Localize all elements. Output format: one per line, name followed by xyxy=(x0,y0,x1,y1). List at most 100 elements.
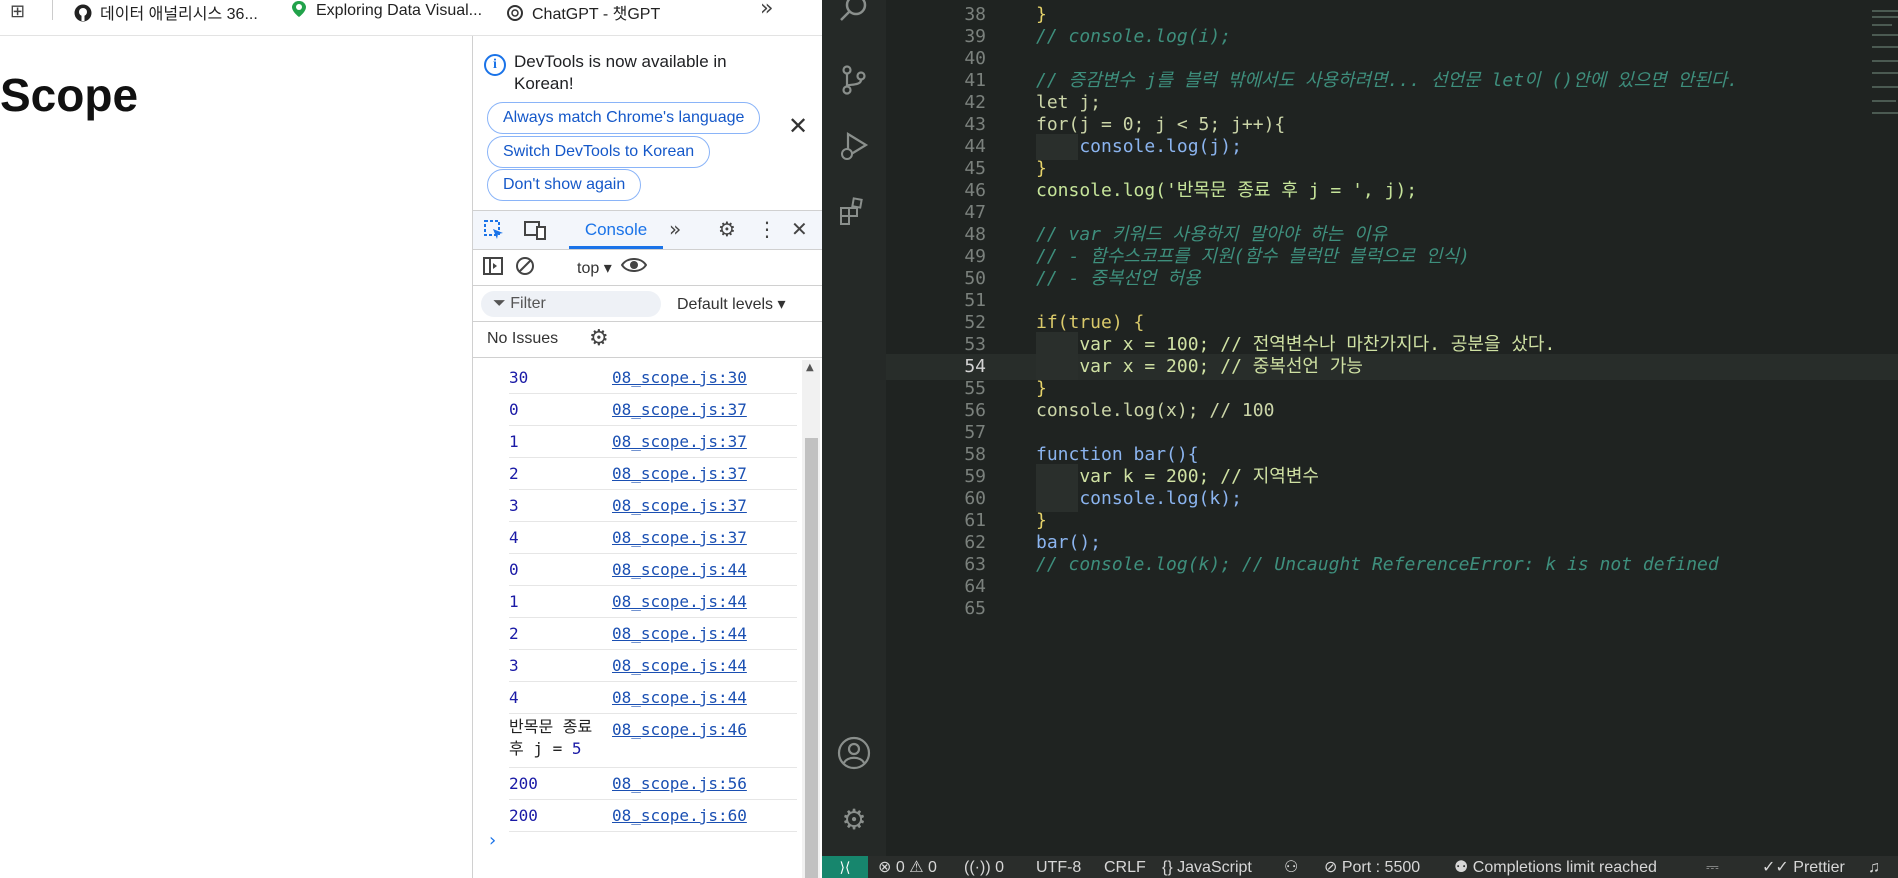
minimap-line xyxy=(1872,10,1898,12)
language-mode[interactable]: {} JavaScript xyxy=(1162,858,1252,878)
source-link[interactable]: 08_scope.js:37 xyxy=(612,496,747,515)
account-icon[interactable] xyxy=(836,736,872,772)
source-link[interactable]: 08_scope.js:37 xyxy=(612,432,747,451)
problems-indicator[interactable]: ⊗ 0 ⚠ 0 xyxy=(878,858,937,878)
log-entry: 200 08_scope.js:56 xyxy=(509,768,797,800)
copilot-icon[interactable]: ⚇ xyxy=(1284,858,1298,878)
issues-count: No Issues xyxy=(487,330,559,347)
page-title: Scope xyxy=(0,69,139,121)
minimap[interactable] xyxy=(1866,0,1898,140)
tab-console[interactable]: Console xyxy=(569,211,663,250)
devtools-tabbar: Console » ⚙ ⋮ ✕ xyxy=(473,210,823,250)
minimap-line xyxy=(1872,46,1898,48)
devtools-panel: i DevTools is now available in Korean! A… xyxy=(472,36,823,878)
source-link[interactable]: 08_scope.js:44 xyxy=(612,560,747,579)
source-link[interactable]: 08_scope.js:44 xyxy=(612,592,747,611)
live-server-port[interactable]: ⊘ Port : 5500 xyxy=(1324,858,1420,878)
source-link[interactable]: 08_scope.js:44 xyxy=(612,688,747,707)
minimap-line xyxy=(1872,100,1896,102)
search-icon[interactable] xyxy=(836,0,872,28)
device-toggle-icon[interactable] xyxy=(523,219,547,246)
scroll-up-arrow-icon[interactable]: ▲ xyxy=(806,362,814,373)
minimap-line xyxy=(1872,112,1898,114)
source-control-icon[interactable] xyxy=(836,64,872,100)
code-editor[interactable]: 38} 39// console.log(i); 40 41// 증감변수 j를… xyxy=(886,0,1898,856)
log-entry: 200 08_scope.js:60 xyxy=(509,800,797,832)
log-entry: 4 08_scope.js:44 xyxy=(509,682,797,714)
bookmark-item[interactable]: Exploring Data Visual... xyxy=(290,0,482,19)
context-selector[interactable]: top ▾ xyxy=(577,258,612,278)
minimap-line xyxy=(1872,34,1898,36)
issues-row: No Issues ⚙ xyxy=(473,322,823,358)
filter-row: ⏷ Filter Default levels ▾ xyxy=(473,286,823,322)
match-language-button[interactable]: Always match Chrome's language xyxy=(487,102,761,134)
log-entry: 3 08_scope.js:44 xyxy=(509,650,797,682)
apps-grid-icon[interactable]: ⊞ xyxy=(10,1,25,22)
minimap-line xyxy=(1872,16,1898,18)
eol-indicator[interactable]: CRLF xyxy=(1104,858,1146,878)
close-icon[interactable]: ✕ xyxy=(788,112,808,140)
dont-show-again-button[interactable]: Don't show again xyxy=(487,169,642,201)
language-notice-text: DevTools is now available in Korean! xyxy=(514,52,727,93)
inspect-element-icon[interactable] xyxy=(483,219,505,246)
ports-indicator[interactable]: ((·)) 0 xyxy=(964,858,1004,878)
switch-language-button[interactable]: Switch DevTools to Korean xyxy=(487,136,711,168)
browser-window: ⊞ 데이터 애널리시스 36... Exploring Data Visual.… xyxy=(0,0,823,878)
log-entry: 3 08_scope.js:37 xyxy=(509,490,797,522)
console-prompt-chevron-icon[interactable]: › xyxy=(489,830,496,851)
bookmarks-divider xyxy=(52,0,53,20)
log-entry: 1 08_scope.js:37 xyxy=(509,426,797,458)
bookmarks-bar: ⊞ 데이터 애널리시스 36... Exploring Data Visual.… xyxy=(0,0,822,36)
console-toolbar: top ▾ xyxy=(473,250,823,286)
close-devtools-icon[interactable]: ✕ xyxy=(791,217,808,241)
log-entry: 0 08_scope.js:44 xyxy=(509,554,797,586)
sidebar-toggle-icon[interactable] xyxy=(483,256,503,281)
bookmark-item[interactable]: 데이터 애널리시스 36... xyxy=(74,0,258,23)
gear-icon[interactable]: ⚙ xyxy=(589,326,609,351)
more-tabs-icon[interactable]: » xyxy=(669,217,681,241)
broadcast-icon[interactable]: ⎓ xyxy=(1706,858,1719,878)
notifications-bell-icon[interactable]: ♫ xyxy=(1868,858,1880,878)
clear-console-icon[interactable] xyxy=(515,256,535,281)
remote-indicator-icon[interactable]: ⟩⟨ xyxy=(822,856,868,878)
run-debug-icon[interactable] xyxy=(836,130,872,166)
info-icon: i xyxy=(484,54,506,76)
source-link[interactable]: 08_scope.js:46 xyxy=(612,720,747,739)
kebab-menu-icon[interactable]: ⋮ xyxy=(757,217,777,241)
log-levels-dropdown[interactable]: Default levels ▾ xyxy=(677,294,786,314)
source-link[interactable]: 08_scope.js:44 xyxy=(612,656,747,675)
log-entry: 0 08_scope.js:37 xyxy=(509,394,797,426)
activity-bar: ⚙ xyxy=(822,0,886,856)
bookmark-item[interactable]: ChatGPT - 챗GPT xyxy=(506,0,660,23)
gear-icon[interactable]: ⚙ xyxy=(718,217,736,241)
source-link[interactable]: 08_scope.js:37 xyxy=(612,528,747,547)
openai-icon xyxy=(506,4,524,22)
source-link[interactable]: 08_scope.js:30 xyxy=(612,368,747,387)
log-entry: 4 08_scope.js:37 xyxy=(509,522,797,554)
log-entry: 반목문 종료 후 j = 5 08_scope.js:46 xyxy=(509,714,797,768)
status-bar: ⟩⟨ ⊗ 0 ⚠ 0 ((·)) 0 UTF-8 CRLF {} JavaScr… xyxy=(822,856,1898,878)
prettier-status[interactable]: ✓✓ Prettier xyxy=(1762,858,1845,878)
location-pin-icon xyxy=(290,0,308,18)
minimap-line xyxy=(1872,60,1898,62)
code-line: 65 xyxy=(964,598,986,619)
log-entry: 2 08_scope.js:44 xyxy=(509,618,797,650)
completions-status[interactable]: ⚉ Completions limit reached xyxy=(1454,858,1657,878)
eye-icon[interactable] xyxy=(620,254,648,281)
encoding-indicator[interactable]: UTF-8 xyxy=(1036,858,1081,878)
scrollbar-thumb[interactable] xyxy=(805,438,818,878)
extensions-icon[interactable] xyxy=(836,196,872,232)
source-link[interactable]: 08_scope.js:44 xyxy=(612,624,747,643)
minimap-line xyxy=(1872,72,1898,74)
filter-input[interactable]: ⏷ Filter xyxy=(481,291,661,317)
minimap-line xyxy=(1872,24,1892,26)
log-entry: 2 08_scope.js:37 xyxy=(509,458,797,490)
source-link[interactable]: 08_scope.js:60 xyxy=(612,806,747,825)
source-link[interactable]: 08_scope.js:56 xyxy=(612,774,747,793)
source-link[interactable]: 08_scope.js:37 xyxy=(612,464,747,483)
chevron-double-right-icon[interactable]: » xyxy=(760,0,773,21)
minimap-line xyxy=(1872,86,1898,88)
manage-gear-icon[interactable]: ⚙ xyxy=(836,802,872,838)
github-icon xyxy=(74,4,92,22)
source-link[interactable]: 08_scope.js:37 xyxy=(612,400,747,419)
